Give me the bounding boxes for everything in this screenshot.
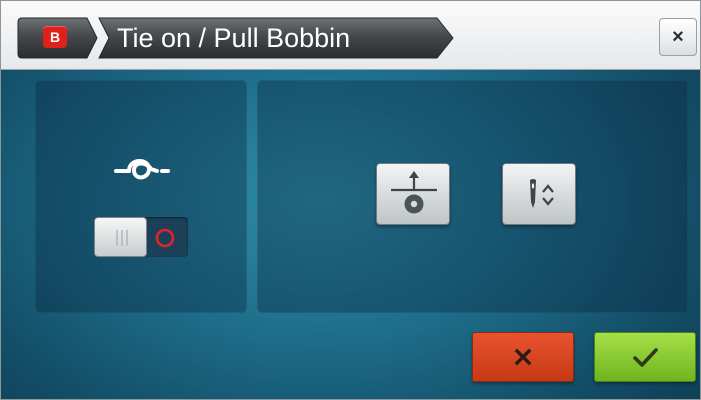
confirm-check-icon <box>633 348 658 367</box>
toggle-on-bars-icon <box>116 230 128 246</box>
title-bar: B Tie on / Pull Bobbin × <box>1 1 700 70</box>
dialog-content <box>1 70 700 399</box>
dialog-title: Tie on / Pull Bobbin <box>117 23 351 53</box>
cancel-button[interactable] <box>472 332 574 382</box>
toggle-knob[interactable] <box>94 217 147 257</box>
pull-bobbin-button[interactable] <box>376 163 450 225</box>
tie-on-panel <box>35 80 247 313</box>
needle-position-button[interactable] <box>502 163 576 225</box>
needle-up-down-icon <box>530 179 554 208</box>
cancel-x-icon <box>514 348 532 366</box>
bobbin-panel <box>257 80 688 313</box>
confirm-button[interactable] <box>594 332 696 382</box>
tie-on-pull-bobbin-dialog: B Tie on / Pull Bobbin × <box>0 0 701 400</box>
knot-tie-on-icon <box>114 159 170 180</box>
close-button[interactable]: × <box>659 18 697 56</box>
pull-bobbin-icon <box>391 171 437 214</box>
tie-on-toggle[interactable] <box>94 217 188 257</box>
toggle-off-circle-icon <box>155 228 175 248</box>
brand-badge-icon: B <box>43 26 67 48</box>
